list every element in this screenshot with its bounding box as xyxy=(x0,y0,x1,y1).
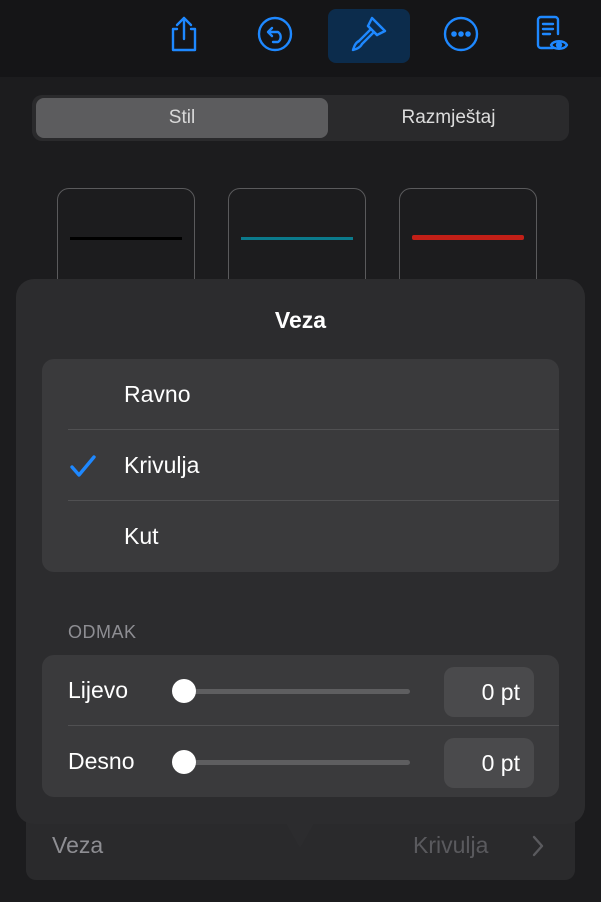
chevron-right-icon xyxy=(531,834,545,863)
offset-right-value-field[interactable]: 0 pt xyxy=(444,738,534,788)
line-sample xyxy=(241,237,353,240)
option-kut[interactable]: Kut xyxy=(42,501,559,572)
paintbrush-icon xyxy=(349,14,389,59)
more-button[interactable] xyxy=(420,9,502,63)
toolbar xyxy=(0,0,601,77)
offset-section-header: ODMAK xyxy=(68,622,137,642)
option-label: Ravno xyxy=(124,381,191,407)
style-layout-segmented-control: Stil Razmještaj xyxy=(32,95,569,141)
share-button[interactable] xyxy=(143,9,225,63)
popover-title: Veza xyxy=(274,307,327,333)
offset-left-slider-thumb[interactable] xyxy=(172,679,196,703)
more-icon xyxy=(442,15,480,58)
undo-button[interactable] xyxy=(234,9,316,63)
offset-left-label: Lijevo xyxy=(68,677,129,703)
offset-left-value-field[interactable]: 0 pt xyxy=(444,667,534,717)
line-sample xyxy=(70,237,182,240)
offset-right-row: Desno 0 pt xyxy=(42,726,559,797)
reader-view-button[interactable] xyxy=(510,9,592,63)
offset-right-track[interactable] xyxy=(182,760,410,765)
option-label: Krivulja xyxy=(124,452,200,478)
connection-type-list: Ravno Krivulja Kut xyxy=(42,359,559,572)
option-label: Kut xyxy=(124,523,159,549)
offset-right-label: Desno xyxy=(68,748,135,774)
popover-arrow xyxy=(283,818,317,848)
share-icon xyxy=(167,15,201,58)
offset-left-row: Lijevo 0 pt xyxy=(42,655,559,726)
offset-left-track[interactable] xyxy=(182,689,410,694)
reader-view-icon xyxy=(533,14,569,59)
offset-right-slider-thumb[interactable] xyxy=(172,750,196,774)
offset-sliders: Lijevo 0 pt Desno 0 pt xyxy=(42,655,559,797)
undo-icon xyxy=(256,15,294,58)
line-sample xyxy=(412,235,524,240)
checkmark-icon xyxy=(68,452,98,485)
tab-razmjestaj[interactable]: Razmještaj xyxy=(332,98,565,138)
connection-popover: Veza Ravno Krivulja Kut ODMAK Lijevo 0 p… xyxy=(16,279,585,824)
option-krivulja[interactable]: Krivulja xyxy=(42,430,559,501)
option-ravno[interactable]: Ravno xyxy=(42,359,559,430)
format-button[interactable] xyxy=(328,9,410,63)
connection-row-label: Veza xyxy=(52,832,104,858)
connection-row-value: Krivulja xyxy=(413,832,489,858)
tab-stil[interactable]: Stil xyxy=(36,98,328,138)
